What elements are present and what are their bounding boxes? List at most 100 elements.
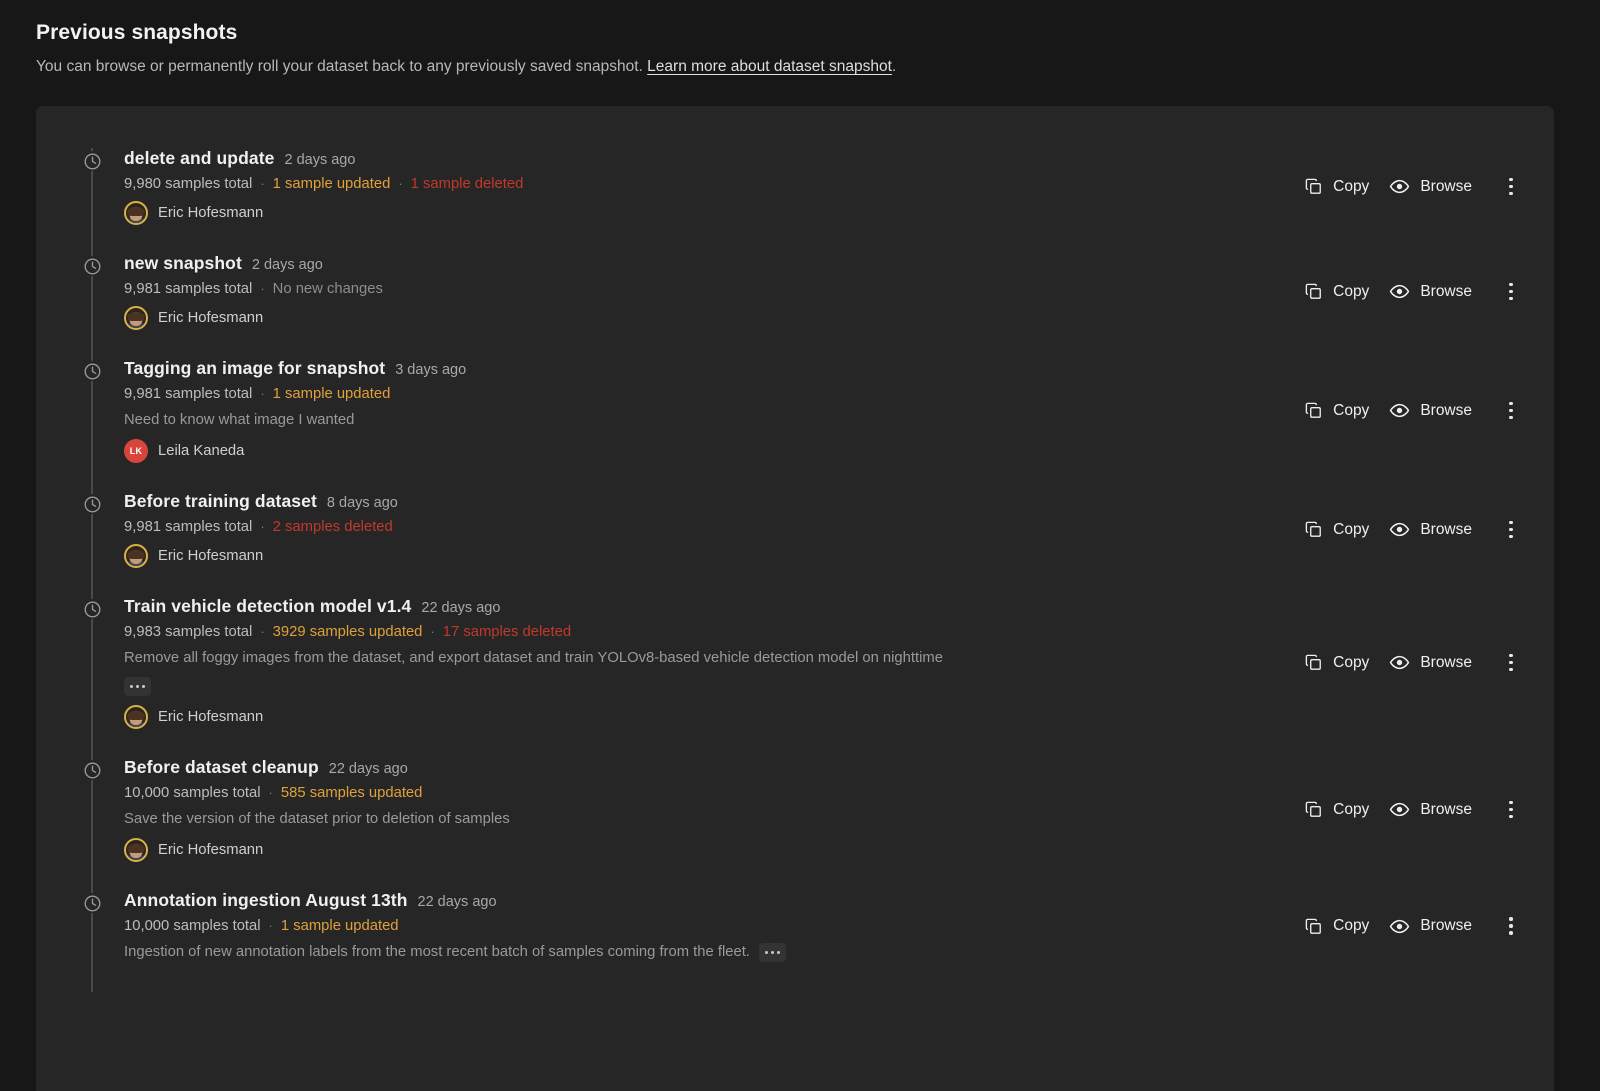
samples-deleted: 17 samples deleted bbox=[442, 624, 572, 640]
snapshot-info: Before dataset cleanup 22 days ago 10,000 … bbox=[86, 757, 1294, 862]
snapshot-title-line: delete and update 2 days ago bbox=[124, 148, 1294, 169]
copy-button-label: Copy bbox=[1333, 282, 1370, 300]
samples-deleted: 2 samples deleted bbox=[272, 519, 393, 535]
browse-button[interactable]: Browse bbox=[1379, 513, 1482, 546]
snapshot-description-text: Remove all foggy images from the dataset… bbox=[124, 650, 943, 666]
kebab-menu-icon[interactable] bbox=[1494, 515, 1528, 545]
copy-icon bbox=[1304, 282, 1323, 301]
snapshot-description-expand bbox=[124, 675, 1294, 696]
learn-more-link[interactable]: Learn more about dataset snapshot bbox=[647, 58, 892, 75]
snapshots-page: Previous snapshots You can browse or per… bbox=[0, 0, 1600, 1091]
kebab-menu-icon[interactable] bbox=[1494, 172, 1528, 202]
snapshot-author: Eric Hofesmann bbox=[124, 838, 1294, 862]
kebab-menu-icon[interactable] bbox=[1494, 396, 1528, 426]
browse-button-label: Browse bbox=[1420, 401, 1472, 419]
snapshot-name: Before dataset cleanup bbox=[124, 757, 319, 777]
snapshot-author: Eric Hofesmann bbox=[124, 705, 1294, 729]
snapshot-title-line: Before training dataset 8 days ago bbox=[124, 491, 1294, 512]
snapshot-title-line: Before dataset cleanup 22 days ago bbox=[124, 757, 1294, 778]
eye-icon bbox=[1389, 916, 1410, 937]
snapshot-stats: 10,000 samples total · 585 samples updated bbox=[124, 785, 1294, 801]
snapshot-name: Tagging an image for snapshot bbox=[124, 358, 386, 378]
kebab-menu-icon[interactable] bbox=[1494, 911, 1528, 941]
copy-button-label: Copy bbox=[1333, 800, 1370, 818]
eye-icon bbox=[1389, 400, 1410, 421]
snapshot-name: Annotation ingestion August 13th bbox=[124, 890, 408, 910]
browse-button[interactable]: Browse bbox=[1379, 275, 1482, 308]
snapshot-info: delete and update 2 days ago 9,980 samples… bbox=[86, 148, 1294, 225]
snapshot-stats: 9,983 samples total · 3929 samples updated… bbox=[124, 624, 1294, 640]
clock-icon bbox=[82, 893, 102, 913]
eye-icon bbox=[1389, 519, 1410, 540]
samples-total: 9,981 samples total bbox=[124, 519, 253, 535]
snapshots-panel: delete and update 2 days ago 9,980 samples… bbox=[36, 106, 1554, 1091]
copy-button-label: Copy bbox=[1333, 917, 1370, 934]
snapshot-title-line: new snapshot 2 days ago bbox=[124, 253, 1294, 274]
browse-button[interactable]: Browse bbox=[1379, 170, 1482, 203]
snapshot-description: Need to know what image I wanted bbox=[124, 410, 1294, 430]
row-actions: Copy Browse bbox=[1294, 394, 1528, 427]
avatar-initials: LK bbox=[129, 446, 143, 456]
snapshot-row[interactable]: new snapshot 2 days ago 9,981 samples tota… bbox=[36, 239, 1554, 344]
snapshot-stats: 9,981 samples total · 1 sample updated bbox=[124, 386, 1294, 402]
author-name: Eric Hofesmann bbox=[158, 842, 264, 858]
snapshot-info: Tagging an image for snapshot 3 days ago 9… bbox=[86, 358, 1294, 463]
timeline-rail bbox=[91, 239, 93, 344]
author-name: Eric Hofesmann bbox=[158, 310, 264, 326]
snapshot-stats: 9,980 samples total · 1 sample updated · 1 s… bbox=[124, 176, 1294, 192]
copy-button[interactable]: Copy bbox=[1294, 171, 1379, 202]
copy-button[interactable]: Copy bbox=[1294, 514, 1379, 545]
kebab-menu-icon[interactable] bbox=[1494, 795, 1528, 825]
snapshot-row[interactable]: Train vehicle detection model v1.4 22 day… bbox=[36, 582, 1554, 743]
samples-deleted: 1 sample deleted bbox=[410, 176, 524, 192]
stat-separator: · bbox=[268, 918, 273, 933]
copy-button[interactable]: Copy bbox=[1294, 395, 1379, 426]
browse-button[interactable]: Browse bbox=[1379, 394, 1482, 427]
samples-total: 9,981 samples total bbox=[124, 386, 253, 402]
copy-button[interactable]: Copy bbox=[1294, 647, 1379, 678]
copy-button[interactable]: Copy bbox=[1294, 276, 1379, 307]
clock-icon bbox=[82, 760, 102, 780]
copy-button[interactable]: Copy bbox=[1294, 794, 1379, 825]
snapshot-info: Annotation ingestion August 13th 22 days … bbox=[86, 890, 1294, 962]
snapshot-title-line: Annotation ingestion August 13th 22 days … bbox=[124, 890, 1294, 911]
snapshot-row[interactable]: delete and update 2 days ago 9,980 samples… bbox=[36, 106, 1554, 239]
snapshot-description: Remove all foggy images from the dataset… bbox=[124, 648, 1294, 668]
author-name: Eric Hofesmann bbox=[158, 709, 264, 725]
snapshot-info: Before training dataset 8 days ago 9,981 s… bbox=[86, 491, 1294, 568]
browse-button-label: Browse bbox=[1420, 800, 1472, 818]
samples-updated: 1 sample updated bbox=[272, 386, 391, 402]
snapshot-row[interactable]: Tagging an image for snapshot 3 days ago 9… bbox=[36, 344, 1554, 475]
expand-description[interactable] bbox=[124, 677, 151, 696]
browse-button[interactable]: Browse bbox=[1379, 910, 1482, 943]
snapshot-row[interactable]: Annotation ingestion August 13th 22 days … bbox=[36, 876, 1554, 992]
snapshot-title-line: Tagging an image for snapshot 3 days ago bbox=[124, 358, 1294, 379]
snapshot-author: Eric Hofesmann bbox=[124, 306, 1294, 330]
row-actions: Copy Browse bbox=[1294, 170, 1528, 203]
snapshot-author: Eric Hofesmann bbox=[124, 201, 1294, 225]
browse-button-label: Browse bbox=[1420, 282, 1472, 300]
author-name: Eric Hofesmann bbox=[158, 205, 264, 221]
browse-button[interactable]: Browse bbox=[1379, 793, 1482, 826]
kebab-menu-icon[interactable] bbox=[1494, 277, 1528, 307]
author-name: Eric Hofesmann bbox=[158, 548, 264, 564]
stat-separator: · bbox=[268, 785, 273, 800]
snapshot-row[interactable]: Before dataset cleanup 22 days ago 10,000 … bbox=[36, 743, 1554, 876]
clock-icon bbox=[82, 599, 102, 619]
snapshot-stats: 9,981 samples total · 2 samples deleted bbox=[124, 519, 1294, 535]
copy-button[interactable]: Copy bbox=[1294, 911, 1379, 942]
row-actions: Copy Browse bbox=[1294, 275, 1528, 308]
expand-description[interactable] bbox=[758, 942, 786, 962]
snapshot-age: 2 days ago bbox=[284, 152, 356, 168]
snapshot-info: new snapshot 2 days ago 9,981 samples tota… bbox=[86, 253, 1294, 330]
copy-icon bbox=[1304, 800, 1323, 819]
snapshot-age: 22 days ago bbox=[417, 894, 497, 910]
snapshot-age: 8 days ago bbox=[326, 495, 398, 511]
browse-button[interactable]: Browse bbox=[1379, 646, 1482, 679]
browse-button-label: Browse bbox=[1420, 653, 1472, 671]
kebab-menu-icon[interactable] bbox=[1494, 648, 1528, 678]
avatar: LK bbox=[124, 439, 148, 463]
copy-icon bbox=[1304, 520, 1323, 539]
snapshot-row[interactable]: Before training dataset 8 days ago 9,981 s… bbox=[36, 475, 1554, 582]
browse-button-label: Browse bbox=[1420, 177, 1472, 195]
